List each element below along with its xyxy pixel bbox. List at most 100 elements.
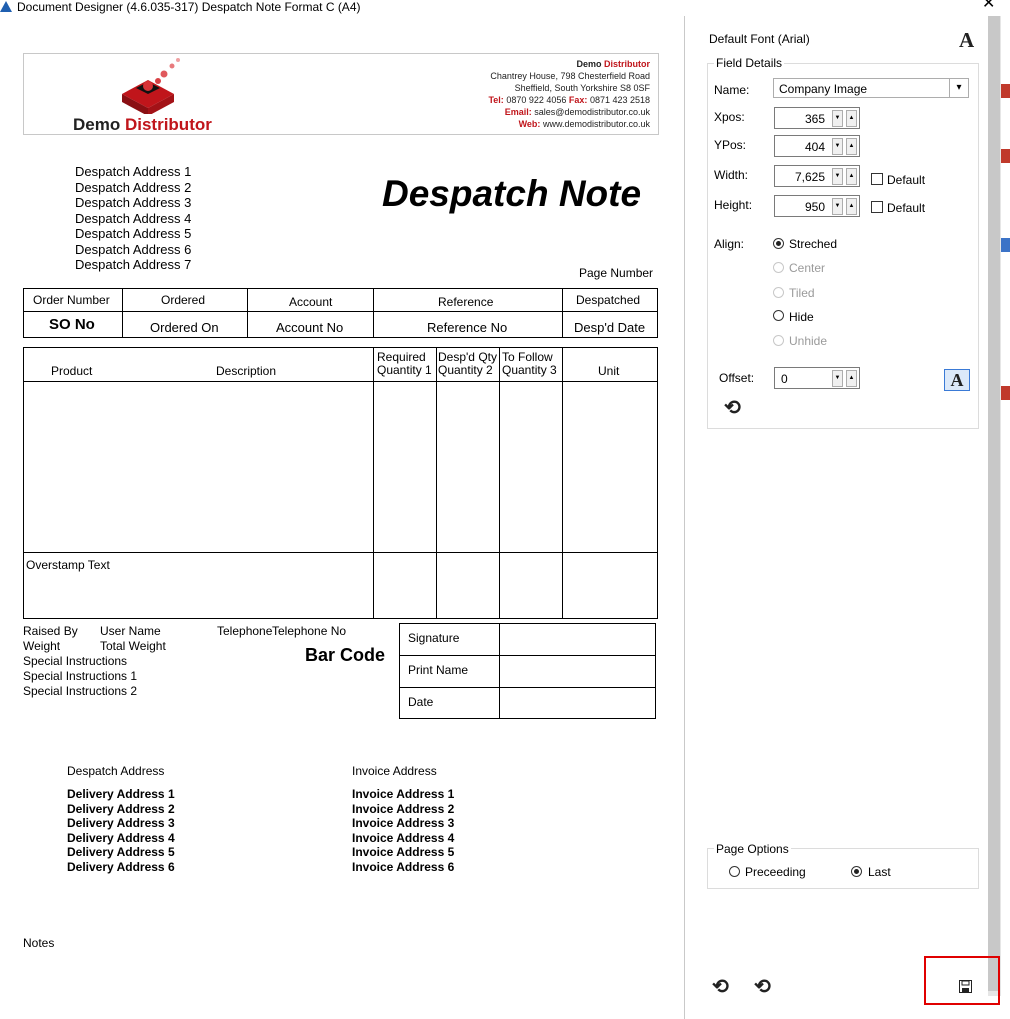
align-streched-label: Streched — [789, 237, 838, 251]
refresh-icon[interactable]: ⟲ — [724, 398, 741, 418]
height-stepper[interactable]: 950 ▼ ▲ — [774, 195, 860, 217]
background-window-strip — [1001, 16, 1010, 1006]
align-unhide-radio[interactable] — [773, 335, 784, 346]
offset-up-icon[interactable]: ▲ — [846, 370, 857, 387]
offset-value: 0 — [781, 372, 788, 386]
offset-down-icon[interactable]: ▼ — [832, 370, 843, 387]
ordered-on[interactable]: Ordered On — [150, 320, 219, 335]
despatch-address-heading[interactable]: Despatch Address — [67, 764, 164, 778]
ypos-up-icon[interactable]: ▲ — [846, 138, 857, 155]
xpos-label: Xpos: — [714, 110, 745, 124]
height-up-icon[interactable]: ▲ — [846, 198, 857, 215]
despatch-address-block[interactable]: Despatch Address 1 Despatch Address 2 De… — [75, 164, 191, 273]
width-down-icon[interactable]: ▼ — [832, 168, 843, 185]
height-down-icon[interactable]: ▼ — [832, 198, 843, 215]
order-number-header[interactable]: Order Number — [33, 293, 110, 307]
page-preceeding-radio[interactable] — [729, 866, 740, 877]
so-number[interactable]: SO No — [49, 316, 95, 333]
date-label[interactable]: Date — [408, 695, 433, 709]
width-value: 7,625 — [794, 170, 825, 184]
align-hide-label: Hide — [789, 310, 814, 324]
height-value: 950 — [804, 200, 825, 214]
weight-label[interactable]: Weight — [23, 639, 60, 653]
description-header[interactable]: Description — [216, 364, 276, 378]
despd-qty-header[interactable]: Desp'd Qty Quantity 2 — [438, 351, 497, 377]
align-center-label: Center — [789, 261, 826, 275]
name-label: Name: — [714, 83, 750, 97]
ypos-label: YPos: — [714, 138, 747, 152]
refresh-icon[interactable]: ⟲ — [712, 977, 729, 997]
telephone-no[interactable]: Telephone No — [272, 624, 346, 638]
align-tiled-radio[interactable] — [773, 287, 784, 298]
width-default-label: Default — [887, 173, 926, 187]
product-header[interactable]: Product — [51, 364, 92, 378]
delivery-address-block[interactable]: Delivery Address 1 Delivery Address 2 De… — [67, 787, 175, 874]
align-label: Align: — [714, 237, 745, 251]
width-label: Width: — [714, 168, 749, 182]
ordered-header[interactable]: Ordered — [161, 293, 205, 307]
page-options-legend: Page Options — [714, 842, 791, 856]
name-dropdown[interactable]: Company Image ▾ — [773, 78, 969, 98]
height-default-checkbox[interactable] — [871, 201, 883, 213]
xpos-stepper[interactable]: 365 ▼ ▲ — [774, 107, 860, 129]
print-name-label[interactable]: Print Name — [408, 663, 468, 677]
page-preceeding-label: Preceeding — [745, 865, 806, 879]
font-icon[interactable]: A — [959, 30, 974, 51]
overstamp-text[interactable]: Overstamp Text — [26, 558, 110, 572]
align-center-radio[interactable] — [773, 262, 784, 273]
logo-text: Demo Distributor — [73, 115, 212, 134]
offset-stepper[interactable]: 0 ▼ ▲ — [774, 367, 860, 389]
bar-code[interactable]: Bar Code — [305, 645, 385, 666]
width-default-checkbox[interactable] — [871, 173, 883, 185]
notes-label[interactable]: Notes — [23, 936, 54, 950]
signature-label[interactable]: Signature — [408, 631, 459, 645]
title-bar: Document Designer (4.6.035-317) Despatch… — [0, 0, 1010, 16]
app-icon — [0, 1, 12, 12]
raised-by-label[interactable]: Raised By — [23, 624, 78, 638]
user-name[interactable]: User Name — [100, 624, 161, 638]
company-logo-icon — [122, 58, 180, 114]
field-details-legend: Field Details — [714, 56, 785, 70]
align-hide-radio[interactable] — [773, 310, 784, 321]
align-streched-radio[interactable] — [773, 238, 784, 249]
document-title[interactable]: Despatch Note — [382, 173, 641, 215]
panel-scrollbar-thumb[interactable] — [988, 16, 1000, 991]
despd-date[interactable]: Desp'd Date — [574, 320, 645, 335]
xpos-value: 365 — [804, 112, 825, 126]
page-last-radio[interactable] — [851, 866, 862, 877]
chevron-down-icon[interactable]: ▾ — [949, 79, 968, 97]
ypos-value: 404 — [804, 140, 825, 154]
account-header[interactable]: Account — [289, 295, 332, 309]
invoice-address-heading[interactable]: Invoice Address — [352, 764, 437, 778]
reference-header[interactable]: Reference — [438, 295, 493, 309]
width-up-icon[interactable]: ▲ — [846, 168, 857, 185]
required-qty-header[interactable]: Required Quantity 1 — [377, 351, 432, 377]
align-tiled-label: Tiled — [789, 286, 815, 300]
width-stepper[interactable]: 7,625 ▼ ▲ — [774, 165, 860, 187]
special-instructions[interactable]: Special Instructions Special Instruction… — [23, 654, 137, 699]
height-label: Height: — [714, 198, 753, 212]
lines-table — [23, 347, 658, 619]
xpos-up-icon[interactable]: ▲ — [846, 110, 857, 127]
ypos-down-icon[interactable]: ▼ — [832, 138, 843, 155]
company-details: Demo Distributor Chantrey House, 798 Che… — [488, 59, 650, 129]
account-no[interactable]: Account No — [276, 320, 343, 335]
height-default-label: Default — [887, 201, 926, 215]
save-icon[interactable] — [959, 980, 972, 998]
page-last-label: Last — [868, 865, 891, 879]
to-follow-header[interactable]: To Follow Quantity 3 — [502, 351, 557, 377]
despatched-header[interactable]: Despatched — [576, 293, 640, 307]
reference-no[interactable]: Reference No — [427, 320, 507, 335]
total-weight[interactable]: Total Weight — [100, 639, 166, 653]
page-number[interactable]: Page Number — [579, 266, 653, 280]
align-unhide-label: Unhide — [789, 334, 828, 348]
ypos-stepper[interactable]: 404 ▼ ▲ — [774, 135, 860, 157]
xpos-down-icon[interactable]: ▼ — [832, 110, 843, 127]
refresh-icon[interactable]: ⟲ — [754, 977, 771, 997]
telephone-label[interactable]: Telephone — [217, 624, 272, 638]
unit-header[interactable]: Unit — [598, 364, 619, 378]
invoice-address-block[interactable]: Invoice Address 1 Invoice Address 2 Invo… — [352, 787, 454, 874]
close-icon[interactable]: ✕ — [982, 0, 995, 12]
field-font-icon[interactable]: A — [944, 369, 970, 391]
window-title: Document Designer (4.6.035-317) Despatch… — [17, 0, 361, 14]
